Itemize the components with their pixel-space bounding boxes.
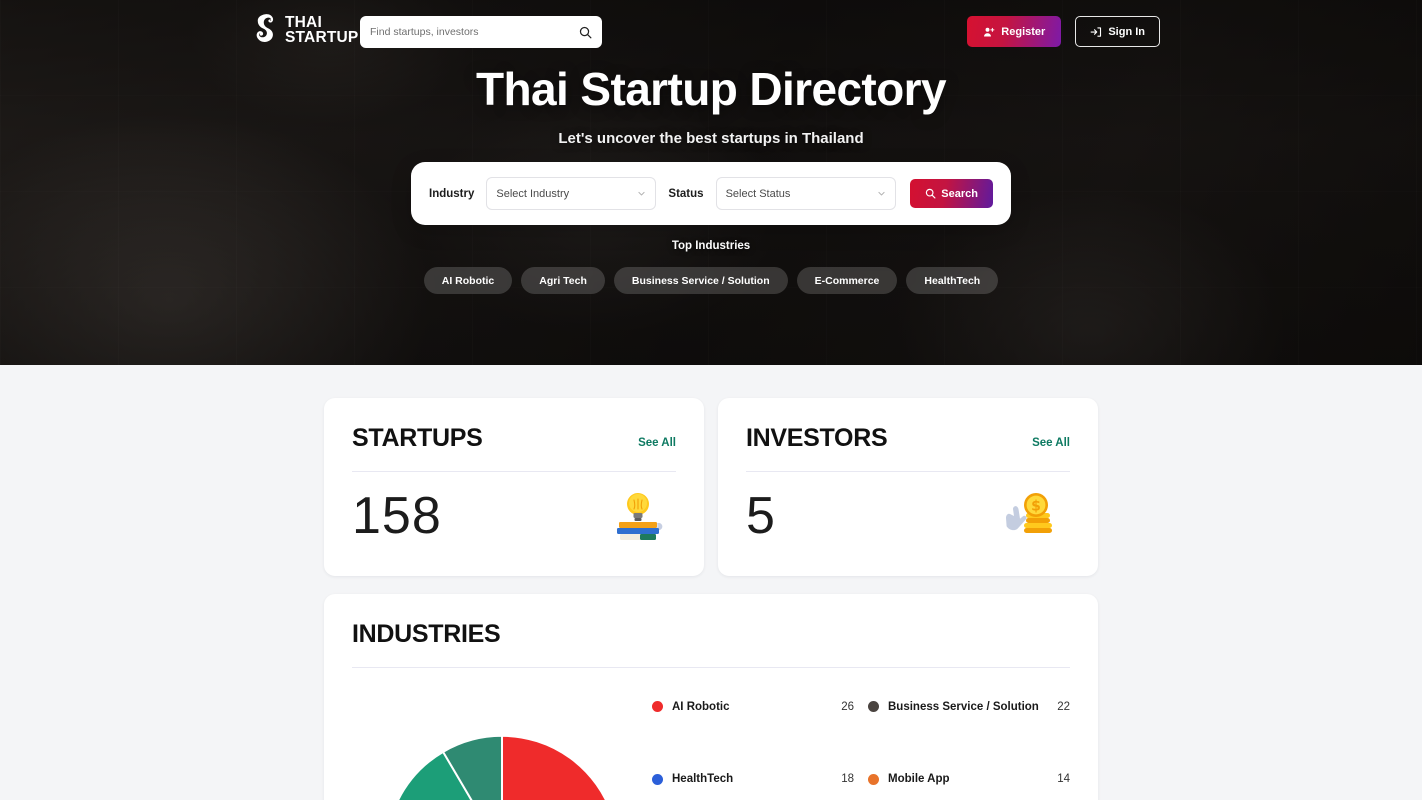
lightbulb-books-icon (617, 493, 663, 540)
card-header: INDUSTRIES (352, 620, 1070, 649)
legend-color-dot (652, 773, 663, 785)
svg-text:$: $ (1031, 499, 1041, 515)
industry-pill[interactable]: Agri Tech (521, 267, 605, 294)
card-body: 158 (352, 484, 676, 548)
top-industries-section: Top Industries AI Robotic Agri Tech Busi… (0, 240, 1422, 294)
investors-see-all-link[interactable]: See All (1032, 437, 1070, 449)
chevron-down-icon (638, 191, 645, 196)
industry-pill[interactable]: HealthTech (906, 267, 999, 294)
card-header: STARTUPS See All (352, 424, 676, 453)
user-plus-icon (984, 27, 995, 36)
card-body: 5 $ (746, 484, 1070, 548)
legend-item-ai-robotic[interactable]: AI Robotic 26 (652, 690, 854, 724)
industries-card: INDUSTRIES AI Robotic 26 Business Servic… (324, 594, 1098, 800)
industry-select-value: Select Industry (496, 187, 570, 200)
status-select-value: Select Status (725, 187, 791, 200)
industry-pill[interactable]: E-Commerce (796, 267, 898, 294)
hero-content: Thai Startup Directory Let's uncover the… (0, 62, 1422, 147)
signin-button[interactable]: Sign In (1075, 16, 1160, 47)
status-select[interactable]: Select Status (715, 177, 897, 210)
search-icon (926, 188, 936, 199)
startups-card-title: STARTUPS (352, 424, 483, 452)
search-input[interactable] (370, 26, 579, 38)
search-button-label: Search (941, 187, 978, 200)
industry-pill[interactable]: AI Robotic (423, 267, 513, 294)
status-filter-label: Status (668, 187, 704, 200)
divider (352, 667, 1070, 668)
hero-section: THAI STARTUP Register (0, 0, 1422, 365)
naga-logo-icon (256, 14, 274, 42)
money-coins-icon: $ (1006, 493, 1052, 533)
register-label: Register (1001, 25, 1046, 38)
investors-card-title: INVESTORS (746, 424, 888, 452)
card-header: INVESTORS See All (746, 424, 1070, 453)
legend-label: Business Service / Solution (888, 700, 1039, 713)
legend-count: 18 (841, 773, 854, 786)
legend-label: AI Robotic (672, 700, 730, 713)
legend-item-business-service-solution[interactable]: Business Service / Solution 22 (868, 690, 1070, 724)
pie-chart-svg[interactable] (374, 724, 630, 800)
legend-item-mobile-app[interactable]: Mobile App 14 (868, 763, 1070, 797)
search-filter-panel: Industry Select Industry Status Select S… (411, 162, 1011, 225)
register-button[interactable]: Register (967, 16, 1062, 47)
startups-count: 158 (352, 487, 442, 545)
nav-actions: Register Sign In (967, 16, 1160, 47)
search-icon[interactable] (579, 26, 592, 39)
legend-label: Mobile App (888, 773, 950, 786)
top-industries-title: Top Industries (671, 240, 751, 252)
legend-count: 22 (1057, 700, 1070, 713)
legend-count: 14 (1057, 773, 1070, 786)
industries-pie-chart (352, 680, 652, 800)
legend-color-dot (868, 773, 879, 785)
legend-item-healthtech[interactable]: HealthTech 18 (652, 763, 854, 797)
stats-row: STARTUPS See All 158 INVESTORS See All 5… (324, 398, 1098, 576)
brand-line-2: STARTUP (285, 29, 359, 46)
page-subtitle: Let's uncover the best startups in Thail… (558, 130, 864, 147)
divider (746, 471, 1070, 472)
legend-count: 26 (841, 700, 854, 713)
top-industries-pill-row: AI Robotic Agri Tech Business Service / … (401, 267, 1021, 294)
industry-filter-label: Industry (429, 187, 475, 200)
industries-content: AI Robotic 26 Business Service / Solutio… (352, 680, 1070, 800)
industries-legend: AI Robotic 26 Business Service / Solutio… (652, 680, 1070, 800)
brand-logo[interactable]: THAI STARTUP (252, 13, 358, 47)
login-arrow-icon (1090, 26, 1102, 37)
industry-select[interactable]: Select Industry (486, 177, 657, 210)
divider (352, 471, 676, 472)
signin-label: Sign In (1108, 25, 1145, 38)
industries-card-title: INDUSTRIES (352, 620, 501, 648)
chevron-down-icon (878, 191, 885, 196)
brand-wordmark: THAI STARTUP (285, 13, 359, 46)
global-search-bar[interactable] (360, 16, 602, 48)
brand-line-1: THAI (285, 13, 322, 31)
legend-label: HealthTech (672, 773, 734, 786)
legend-color-dot (652, 701, 663, 713)
industry-pill[interactable]: Business Service / Solution (613, 267, 788, 294)
startups-see-all-link[interactable]: See All (638, 437, 676, 449)
page-title: Thai Startup Directory (476, 63, 946, 115)
pie-slice[interactable] (501, 734, 612, 800)
investors-count: 5 (746, 487, 776, 545)
startups-stat-card: STARTUPS See All 158 (324, 398, 704, 576)
top-navigation-bar: THAI STARTUP Register (0, 0, 1422, 63)
legend-color-dot (868, 701, 879, 713)
investors-stat-card: INVESTORS See All 5 $ (718, 398, 1098, 576)
search-button[interactable]: Search (910, 179, 993, 208)
